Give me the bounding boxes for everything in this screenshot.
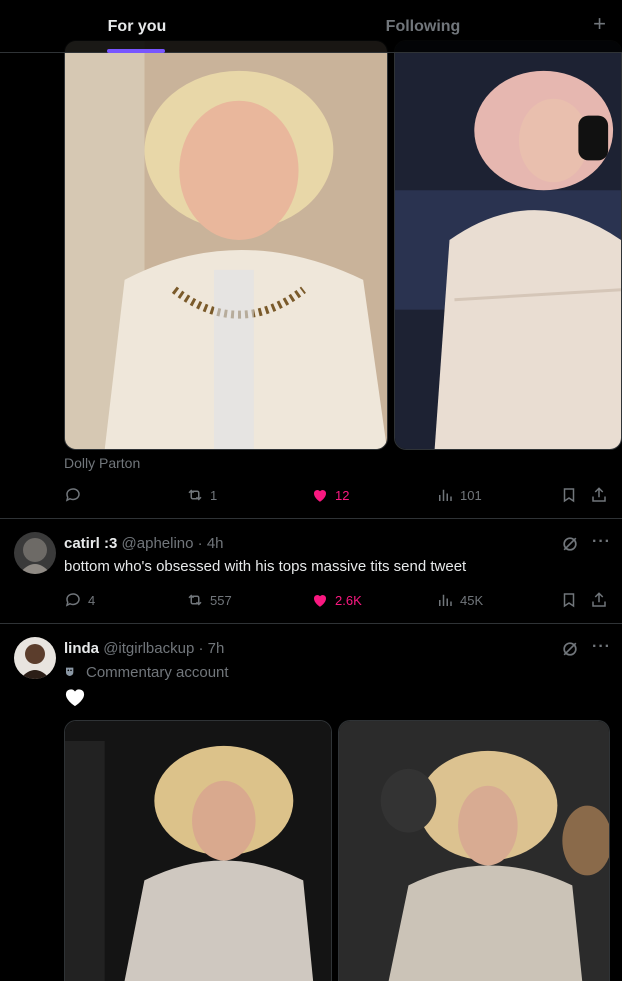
post2-actions: 4 557 2.6K 45K xyxy=(64,590,610,610)
repost-button[interactable]: 1 xyxy=(186,485,217,505)
grok-icon[interactable] xyxy=(560,639,580,659)
display-name[interactable]: catirl :3 xyxy=(64,535,117,552)
post-image-2[interactable] xyxy=(394,40,622,450)
share-button[interactable] xyxy=(590,485,608,505)
views-count: 45K xyxy=(460,592,484,608)
post-text: bottom who's obsessed with his tops mass… xyxy=(64,558,467,575)
post-image-1[interactable] xyxy=(64,40,388,450)
views-button[interactable]: 45K xyxy=(436,590,483,610)
bookmark-button[interactable] xyxy=(560,590,578,610)
reply-button[interactable]: 4 xyxy=(64,590,95,610)
separator: · xyxy=(197,535,203,552)
reply-count: 4 xyxy=(88,592,96,608)
reply-icon xyxy=(65,593,80,607)
tab-following[interactable]: Following xyxy=(340,0,506,53)
handle[interactable]: @itgirlbackup xyxy=(103,640,194,657)
avatar[interactable] xyxy=(14,637,56,679)
commentary-badge[interactable]: Commentary account xyxy=(64,664,229,681)
bookmark-icon xyxy=(563,488,575,503)
share-icon xyxy=(592,487,606,502)
avatar[interactable] xyxy=(14,532,56,574)
timestamp[interactable]: 4h xyxy=(207,535,224,552)
heart-filled-icon xyxy=(313,594,327,607)
repost-count: 557 xyxy=(210,592,232,608)
badge-label: Commentary account xyxy=(86,664,229,681)
grok-icon[interactable] xyxy=(560,534,580,554)
like-button[interactable]: 2.6K xyxy=(311,590,362,610)
separator: · xyxy=(198,640,204,657)
like-count: 12 xyxy=(335,487,350,503)
like-count: 2.6K xyxy=(335,592,362,608)
divider xyxy=(0,518,622,519)
handle[interactable]: @aphelino xyxy=(122,535,194,552)
more-options-icon[interactable]: ··· xyxy=(592,638,611,656)
white-heart-icon xyxy=(65,689,85,707)
theater-masks-icon xyxy=(66,667,74,676)
plus-icon[interactable]: + xyxy=(593,12,606,36)
post1-actions: 1 12 101 xyxy=(64,485,610,505)
post-image-3[interactable] xyxy=(64,720,332,981)
bookmark-icon xyxy=(563,593,575,608)
repost-count: 1 xyxy=(210,487,218,503)
more-options-icon[interactable]: ··· xyxy=(592,533,611,551)
heart-filled-icon xyxy=(313,489,327,502)
repost-button[interactable]: 557 xyxy=(186,590,232,610)
tab-for-you[interactable]: For you xyxy=(54,0,220,53)
views-icon xyxy=(439,594,452,606)
like-button[interactable]: 12 xyxy=(311,485,349,505)
reply-button[interactable] xyxy=(64,485,88,505)
share-icon xyxy=(592,592,606,607)
post3-header: linda @itgirlbackup · 7h xyxy=(64,640,224,657)
post2-header: catirl :3 @aphelino · 4h xyxy=(64,535,224,552)
timeline-header: For you Following + xyxy=(0,0,622,53)
active-tab-indicator xyxy=(107,49,165,53)
timestamp[interactable]: 7h xyxy=(208,640,225,657)
share-button[interactable] xyxy=(590,590,608,610)
repost-icon xyxy=(188,489,202,501)
post-image-4[interactable] xyxy=(338,720,610,981)
image-caption: Dolly Parton xyxy=(64,455,141,471)
views-icon xyxy=(439,489,452,501)
reply-icon xyxy=(65,488,80,502)
views-button[interactable]: 101 xyxy=(436,485,482,505)
divider xyxy=(0,623,622,624)
bookmark-button[interactable] xyxy=(560,485,578,505)
repost-icon xyxy=(188,594,202,606)
views-count: 101 xyxy=(460,487,482,503)
display-name[interactable]: linda xyxy=(64,640,99,657)
